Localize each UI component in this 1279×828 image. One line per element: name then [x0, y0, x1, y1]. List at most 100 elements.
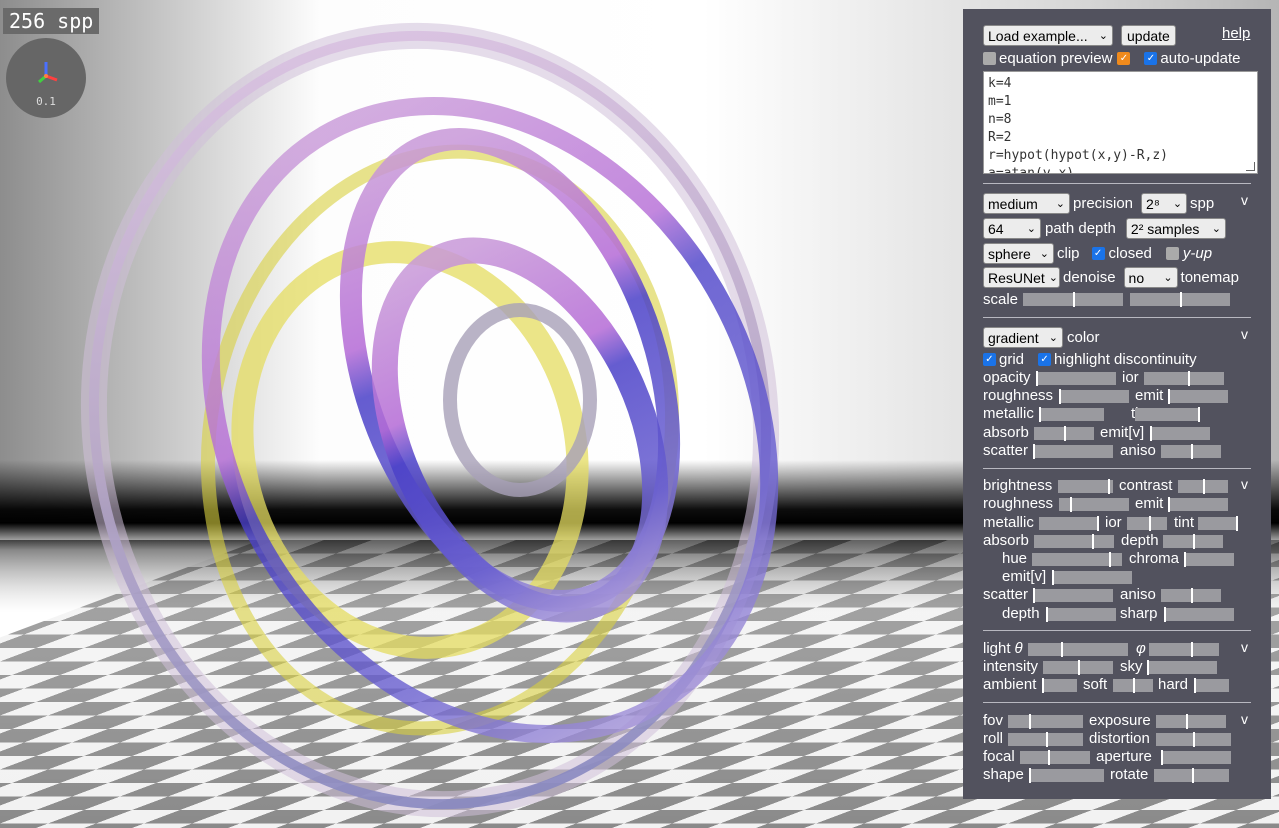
slider-thumb[interactable] — [1203, 479, 1205, 494]
emit-slider[interactable] — [1168, 389, 1228, 404]
slider-thumb[interactable] — [1161, 750, 1163, 765]
light-theta-slider[interactable] — [1028, 642, 1128, 657]
bg-aniso-slider[interactable] — [1161, 588, 1221, 603]
bg-chroma-slider[interactable] — [1184, 552, 1234, 567]
help-link[interactable]: help — [1222, 25, 1250, 42]
bg-tint-slider[interactable] — [1198, 516, 1238, 531]
material-collapse-toggle[interactable]: v — [1241, 326, 1248, 342]
distortion-slider[interactable] — [1156, 732, 1231, 747]
slider-thumb[interactable] — [1186, 714, 1189, 729]
slider-thumb[interactable] — [1029, 714, 1031, 729]
slider-thumb[interactable] — [1180, 292, 1182, 307]
slider-thumb[interactable] — [1191, 642, 1193, 657]
slider-thumb[interactable] — [1061, 642, 1063, 657]
aniso-slider[interactable] — [1161, 444, 1221, 459]
metallic-slider[interactable] — [1039, 407, 1104, 422]
bg-hue-slider[interactable] — [1032, 552, 1122, 567]
equation-preview-toggle-checkbox[interactable]: ✓ — [1117, 52, 1131, 65]
slider-thumb[interactable] — [1168, 497, 1170, 512]
slider-thumb[interactable] — [1042, 678, 1044, 693]
render-collapse-toggle[interactable]: v — [1241, 192, 1248, 208]
ambient-slider[interactable] — [1042, 678, 1077, 693]
light-collapse-toggle[interactable]: v — [1241, 639, 1248, 655]
bg-depth-slider[interactable] — [1163, 534, 1223, 549]
spp-select[interactable]: 2⁸ ⌄ — [1141, 193, 1188, 214]
bg-contrast-slider[interactable] — [1178, 479, 1228, 494]
auto-update-checkbox[interactable]: ✓ — [1144, 52, 1158, 65]
tint-slider[interactable] — [1135, 407, 1200, 422]
sky-slider[interactable] — [1147, 660, 1217, 675]
slider-thumb[interactable] — [1039, 407, 1041, 422]
slider-thumb[interactable] — [1108, 552, 1111, 567]
slider-thumb[interactable] — [1091, 534, 1094, 549]
slider-thumb[interactable] — [1164, 607, 1166, 622]
emit-v-slider[interactable] — [1150, 426, 1210, 441]
scale-slider[interactable] — [1023, 292, 1123, 307]
slider-thumb[interactable] — [1236, 516, 1238, 531]
update-button[interactable]: update — [1121, 25, 1176, 46]
axes-gizmo[interactable]: 0.1 — [6, 38, 86, 118]
slider-thumb[interactable] — [1149, 516, 1151, 531]
soft-slider[interactable] — [1113, 678, 1153, 693]
tonemap-select[interactable]: no ⌄ — [1123, 267, 1178, 288]
camera-collapse-toggle[interactable]: v — [1241, 711, 1248, 727]
slider-thumb[interactable] — [1033, 588, 1035, 603]
slider-thumb[interactable] — [1107, 479, 1110, 494]
closed-checkbox[interactable]: ✓ — [1091, 247, 1105, 260]
slider-thumb[interactable] — [1191, 768, 1194, 783]
slider-thumb[interactable] — [1147, 660, 1149, 675]
samples-select[interactable]: 2² samples ⌄ — [1125, 218, 1226, 239]
roll-slider[interactable] — [1008, 732, 1083, 747]
clip-select[interactable]: sphere ⌄ — [983, 243, 1054, 264]
slider-thumb[interactable] — [1073, 292, 1075, 307]
bg-roughness-slider[interactable] — [1059, 497, 1129, 512]
slider-thumb[interactable] — [1193, 534, 1195, 549]
slider-thumb[interactable] — [1188, 371, 1190, 386]
slider-thumb[interactable] — [1059, 389, 1061, 404]
load-example-select[interactable]: Load example... ⌄ — [983, 25, 1113, 46]
roughness-slider[interactable] — [1059, 389, 1129, 404]
slider-thumb[interactable] — [1150, 426, 1152, 441]
bg-emit-slider[interactable] — [1168, 497, 1228, 512]
bg-depth2-slider[interactable] — [1046, 607, 1116, 622]
slider-thumb[interactable] — [1133, 678, 1135, 693]
path-depth-select[interactable]: 64 ⌄ — [983, 218, 1041, 239]
opacity-slider[interactable] — [1036, 371, 1116, 386]
slider-thumb[interactable] — [1097, 516, 1099, 531]
rotate-slider[interactable] — [1154, 768, 1229, 783]
slider-thumb[interactable] — [1168, 389, 1170, 404]
y-up-checkbox[interactable] — [1165, 247, 1179, 260]
shape-slider[interactable] — [1029, 768, 1104, 783]
slider-thumb[interactable] — [1184, 552, 1186, 567]
fov-slider[interactable] — [1008, 714, 1083, 729]
slider-thumb[interactable] — [1048, 750, 1050, 765]
equation-preview-checkbox[interactable] — [983, 52, 996, 65]
focal-slider[interactable] — [1020, 750, 1090, 765]
slider-thumb[interactable] — [1194, 678, 1196, 693]
slider-thumb[interactable] — [1078, 660, 1080, 675]
aperture-slider[interactable] — [1161, 750, 1231, 765]
bg-absorb-slider[interactable] — [1034, 534, 1114, 549]
bg-brightness-slider[interactable] — [1058, 479, 1113, 494]
resize-grip-icon[interactable] — [1246, 162, 1255, 171]
color-select[interactable]: gradient ⌄ — [983, 327, 1063, 348]
equation-editor[interactable]: k=4 m=1 n=8 R=2 r=hypot(hypot(x,y)-R,z) a=ata… — [983, 71, 1258, 174]
bg-emit-v-slider[interactable] — [1052, 570, 1132, 585]
slider-thumb[interactable] — [1029, 768, 1031, 783]
slider-thumb[interactable] — [1069, 497, 1072, 512]
slider-thumb[interactable] — [1191, 588, 1193, 603]
highlight-discontinuity-checkbox[interactable]: ✓ — [1038, 353, 1052, 366]
bg-ior-slider[interactable] — [1127, 516, 1167, 531]
slider-thumb[interactable] — [1198, 407, 1200, 422]
background-collapse-toggle[interactable]: v — [1241, 476, 1248, 492]
slider-thumb[interactable] — [1045, 732, 1048, 747]
grid-checkbox[interactable]: ✓ — [983, 353, 996, 366]
scale-slider-2[interactable] — [1130, 292, 1230, 307]
slider-thumb[interactable] — [1033, 444, 1035, 459]
slider-thumb[interactable] — [1036, 371, 1038, 386]
light-phi-slider[interactable] — [1149, 642, 1219, 657]
bg-scatter-slider[interactable] — [1033, 588, 1113, 603]
slider-thumb[interactable] — [1064, 426, 1066, 441]
slider-thumb[interactable] — [1191, 444, 1193, 459]
bg-sharp-slider[interactable] — [1164, 607, 1234, 622]
